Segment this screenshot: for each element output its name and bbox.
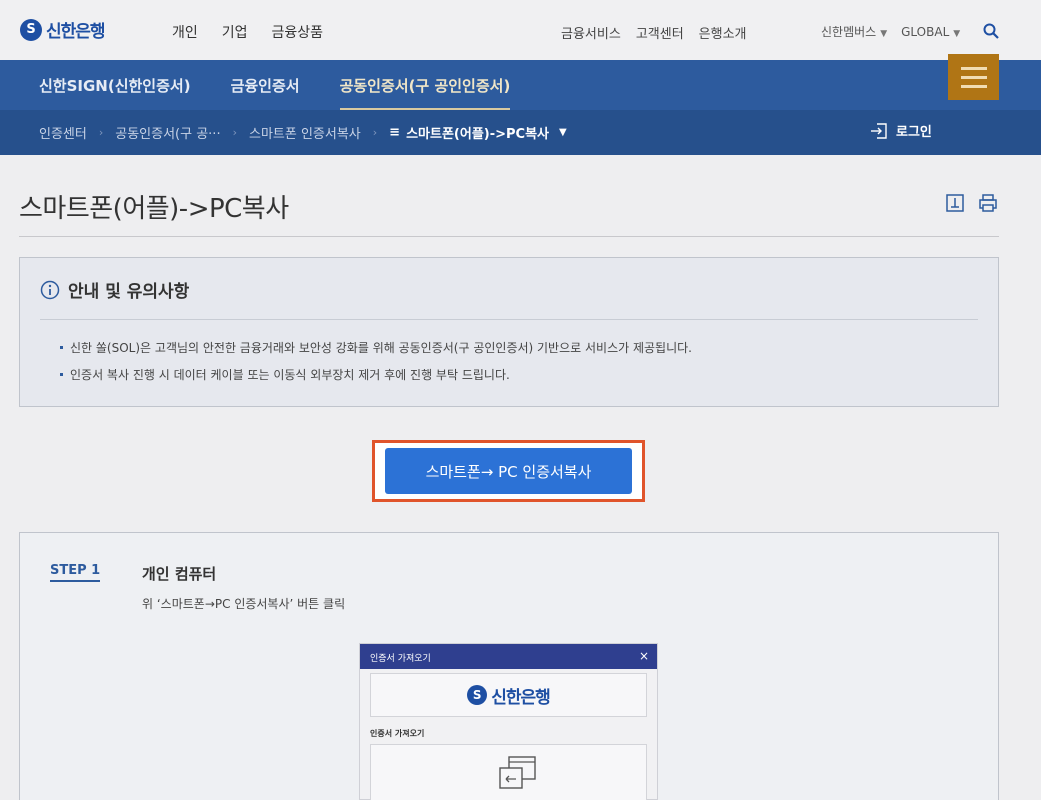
page: S 신한은행 개인 기업 금융상품 금융서비스 고객센터 은행소개 신한멤버스 ▼… (0, 0, 1041, 800)
info-icon (40, 280, 60, 299)
list-item: 인증서 복사 진행 시 데이터 케이블 또는 이동식 외부장치 제거 후에 진행… (60, 366, 692, 383)
share-icon[interactable] (945, 193, 965, 213)
brand-mark-icon: S (20, 18, 42, 41)
main-nav-business[interactable]: 기업 (222, 22, 248, 42)
util-nav-about[interactable]: 은행소개 (699, 23, 747, 42)
brand-logo[interactable]: S 신한은행 (20, 17, 106, 42)
breadcrumb-current[interactable]: ≡ 스마트폰(어플)->PC복사 ▼ (389, 123, 567, 142)
member-nav: 신한멤버스 ▼ GLOBAL ▼ (821, 23, 960, 40)
highlight-frame: 스마트폰→ PC 인증서복사 (372, 440, 645, 502)
popup-title: 인증서 가져오기 (370, 654, 431, 664)
tab-shinhan-sign[interactable]: 신한SIGN(신한인증서) (39, 75, 191, 110)
login-icon (871, 122, 887, 139)
main-nav-products[interactable]: 금융상품 (272, 22, 324, 42)
breadcrumb-item[interactable]: 인증센터 (39, 123, 87, 142)
popup-preview: 인증서 가져오기 × S 신한은행 인증서 가져오기 (359, 643, 658, 800)
brand-name: 신한은행 (491, 687, 551, 708)
util-nav: 금융서비스 고객센터 은행소개 (561, 23, 747, 42)
chevron-right-icon: › (98, 126, 104, 139)
tab-financial-cert[interactable]: 금융인증서 (231, 75, 300, 110)
popup-subtitle: 인증서 가져오기 (370, 729, 425, 738)
util-nav-customer-center[interactable]: 고객센터 (636, 23, 684, 42)
list-item: 신한 쏠(SOL)은 고객님의 안전한 금융거래와 보안성 강화를 위해 공동인… (60, 339, 692, 356)
notice-box: 안내 및 유의사항 신한 쏠(SOL)은 고객님의 안전한 금융거래와 보안성 … (19, 257, 999, 407)
notice-divider (40, 319, 978, 320)
main-nav: 개인 기업 금융상품 (172, 22, 323, 42)
top-header: S 신한은행 개인 기업 금융상품 금융서비스 고객센터 은행소개 신한멤버스 ▼… (0, 0, 1041, 60)
caret-down-icon: ▼ (559, 127, 567, 138)
login-link[interactable]: 로그인 (870, 121, 932, 140)
step-title: 개인 컴퓨터 (142, 565, 217, 583)
popup-header: 인증서 가져오기 × (360, 644, 657, 669)
menu-line-icon (960, 66, 987, 70)
main-nav-personal[interactable]: 개인 (172, 22, 198, 42)
chevron-right-icon: › (232, 126, 237, 139)
notice-title-label: 안내 및 유의사항 (68, 282, 190, 302)
breadcrumb-item[interactable]: 공동인증서(구 공··· (115, 123, 220, 142)
popup-logo: S 신한은행 (370, 673, 647, 717)
chevron-right-icon: › (372, 126, 378, 139)
smartphone-to-pc-copy-button[interactable]: 스마트폰→ PC 인증서복사 (385, 448, 632, 494)
login-label: 로그인 (896, 125, 932, 140)
page-title: 스마트폰(어플)->PC복사 (19, 194, 289, 224)
util-nav-services[interactable]: 금융서비스 (561, 23, 621, 42)
print-icon[interactable] (978, 193, 998, 213)
member-label: 신한멤버스 (821, 25, 877, 39)
global-label: GLOBAL (901, 24, 950, 39)
list-icon: ≡ (389, 125, 401, 140)
breadcrumb-item[interactable]: 스마트폰 인증서복사 (249, 123, 361, 142)
step-description: 위 ‘스마트폰→PC 인증서복사’ 버튼 클릭 (142, 597, 346, 611)
title-divider (19, 236, 999, 237)
search-icon[interactable] (983, 23, 999, 39)
close-icon: × (639, 649, 650, 663)
brand-name: 신한은행 (46, 22, 106, 42)
cert-import-icon (499, 756, 536, 789)
breadcrumb: 인증센터 › 공동인증서(구 공··· › 스마트폰 인증서복사 › ≡ 스마트… (39, 123, 567, 142)
hamburger-menu-button[interactable] (948, 54, 999, 100)
notice-title: 안내 및 유의사항 (40, 277, 189, 302)
member-link[interactable]: 신한멤버스 ▼ (821, 23, 887, 40)
category-nav: 신한SIGN(신한인증서) 금융인증서 공동인증서(구 공인인증서) (0, 60, 1041, 110)
step-label: STEP 1 (50, 563, 101, 582)
menu-line-icon (960, 84, 987, 88)
caret-down-icon: ▼ (880, 29, 888, 39)
breadcrumb-current-label: 스마트폰(어플)->PC복사 (406, 127, 549, 142)
popup-pane (370, 744, 647, 800)
brand-mark-icon: S (467, 685, 488, 705)
menu-line-icon (960, 75, 987, 79)
notice-list: 신한 쏠(SOL)은 고객님의 안전한 금융거래와 보안성 강화를 위해 공동인… (60, 339, 692, 393)
tab-joint-cert[interactable]: 공동인증서(구 공인인증서) (339, 75, 511, 110)
caret-down-icon: ▼ (953, 28, 961, 39)
global-link[interactable]: GLOBAL ▼ (901, 25, 960, 39)
